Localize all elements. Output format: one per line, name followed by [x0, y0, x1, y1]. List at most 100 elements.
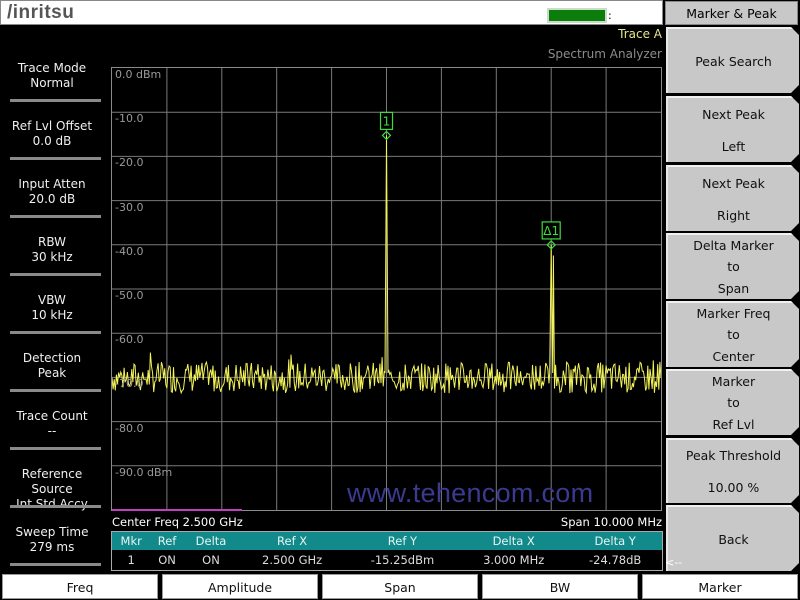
softkey-label: to	[727, 395, 740, 411]
settings-panel: Trace Mode Normal Ref Lvl Offset 0.0 dB Inpu…	[0, 58, 104, 580]
setting-value: 20.0 dB	[28, 192, 76, 206]
trace-label: Trace A	[618, 27, 662, 41]
separator	[10, 447, 101, 450]
softkey-label: Next Peak	[702, 175, 765, 191]
softkey-delta-marker-to-span[interactable]: Delta Marker to Span	[666, 233, 799, 299]
separator	[10, 389, 101, 392]
anritsu-logo: /inritsu	[7, 2, 75, 23]
tab-amplitude[interactable]: Amplitude	[162, 574, 318, 599]
setting-label: Reference Source	[21, 467, 83, 496]
marker-cell: ON	[183, 550, 239, 571]
column-header: Ref X	[238, 531, 346, 550]
softkey-label: Ref Lvl	[712, 416, 755, 432]
marker-table: Mkr Ref Delta Ref X Ref Y Delta X Delta Y 1 ON O…	[111, 531, 663, 571]
marker-row: 1 ON ON 2.500 GHz -15.25dBm 3.000 MHz -24.78dB	[111, 550, 663, 571]
marker-cell: ON	[150, 550, 184, 571]
softkey-label: Center	[712, 348, 755, 364]
spectrum-plot: 1 Δ1	[112, 68, 661, 510]
setting-value: --	[47, 424, 57, 438]
y-tick-label: -80.0	[115, 421, 144, 435]
separator	[10, 157, 101, 160]
menu-title: Marker & Peak	[665, 1, 798, 25]
delta-marker-label: Δ1	[543, 224, 559, 238]
setting-input-atten[interactable]: Input Atten 20.0 dB	[0, 174, 104, 232]
y-tick-label: -40.0	[115, 244, 144, 258]
setting-trace-mode[interactable]: Trace Mode Normal	[0, 58, 104, 116]
battery-tip-icon: :	[608, 9, 612, 22]
setting-value: 0.0 dB	[32, 134, 72, 148]
setting-label: Ref Lvl Offset	[11, 119, 93, 133]
setting-label: Trace Count	[16, 409, 88, 423]
softkey-label: Marker	[711, 374, 756, 390]
setting-label: Trace Mode	[17, 61, 87, 75]
center-freq-readout: Center Freq 2.500 GHz	[112, 515, 243, 529]
setting-label: Sweep Time	[15, 525, 89, 539]
setting-sweep-time[interactable]: Sweep Time 279 ms	[0, 522, 104, 580]
more-indicator: <--	[665, 556, 683, 569]
setting-label: RBW	[37, 235, 66, 249]
title-bar: /inritsu :	[0, 0, 663, 25]
y-tick-label: -50.0	[115, 289, 144, 302]
separator	[10, 215, 101, 218]
y-tick-label: -90.0 dBm	[115, 465, 173, 479]
y-tick-label: -70.0	[115, 377, 144, 391]
marker-cell: 2.500 GHz	[238, 550, 346, 571]
setting-ref-lvl-offset[interactable]: Ref Lvl Offset 0.0 dB	[0, 116, 104, 174]
softkey-label: Peak Search	[695, 53, 772, 69]
marker-cell: 1	[111, 550, 151, 571]
tab-freq[interactable]: Freq	[2, 574, 158, 599]
setting-rbw[interactable]: RBW 30 kHz	[0, 232, 104, 290]
separator	[10, 563, 101, 566]
softkey-next-peak-left[interactable]: Next Peak Left	[666, 96, 799, 162]
tab-span[interactable]: Span	[322, 574, 478, 599]
setting-value: 10 kHz	[31, 308, 73, 322]
softkey-label: Right	[717, 207, 750, 223]
main-menu-tabs: Freq Amplitude Span BW Marker	[0, 573, 800, 600]
softkey-label: Left	[721, 138, 746, 154]
softkey-label: 10.00 %	[707, 479, 760, 495]
softkey-peak-search[interactable]: Peak Search	[666, 27, 799, 93]
softkey-peak-threshold-10-00-[interactable]: Peak Threshold 10.00 %	[666, 438, 799, 503]
span-readout: Span 10.000 MHz	[560, 515, 662, 529]
battery-indicator-icon	[547, 8, 607, 23]
softkey-panel: Marker & Peak Peak Search Next Peak Left Ne…	[663, 0, 800, 573]
sweep-progress-bar	[112, 509, 242, 511]
marker-cell: -15.25dBm	[345, 550, 460, 571]
column-header: Ref	[150, 531, 184, 550]
setting-value: 279 ms	[29, 540, 75, 554]
column-header: Ref Y	[345, 531, 460, 550]
tab-bw[interactable]: BW	[482, 574, 638, 599]
setting-trace-count[interactable]: Trace Count --	[0, 406, 104, 464]
y-tick-label: -60.0	[115, 333, 144, 347]
softkey-label: Marker Freq	[696, 306, 771, 322]
spectrum-graph: 1 Δ1	[111, 67, 662, 511]
separator	[10, 273, 101, 276]
separator	[10, 331, 101, 334]
setting-label: Input Atten	[18, 177, 86, 191]
column-header: Mkr	[111, 531, 151, 550]
setting-reference-source[interactable]: Reference Source Int Std Accy	[0, 464, 104, 522]
y-tick-label: -10.0	[115, 112, 144, 126]
column-header: Delta Y	[568, 531, 663, 550]
softkey-next-peak-right[interactable]: Next Peak Right	[666, 165, 799, 231]
setting-vbw[interactable]: VBW 10 kHz	[0, 290, 104, 348]
softkey-marker-to-ref-lvl[interactable]: Marker to Ref Lvl	[666, 369, 799, 435]
watermark: www.tehencom.com	[347, 478, 594, 508]
marker-cell: 3.000 MHz	[459, 550, 569, 571]
softkey-back[interactable]: Back	[666, 505, 799, 571]
setting-label: VBW	[38, 293, 66, 307]
setting-value: 30 kHz	[31, 250, 73, 264]
setting-value: Peak	[37, 366, 67, 380]
y-tick-label: -30.0	[115, 200, 144, 214]
softkey-marker-freq-to-center[interactable]: Marker Freq to Center	[666, 301, 799, 367]
softkey-label: Peak Threshold	[685, 448, 782, 464]
softkey-label: to	[727, 259, 740, 275]
separator	[10, 505, 101, 508]
setting-detection[interactable]: Detection Peak	[0, 348, 104, 406]
softkey-label: to	[727, 327, 740, 343]
marker-cell: -24.78dB	[568, 550, 663, 571]
y-tick-label: 0.0 dBm	[115, 68, 162, 81]
tab-marker[interactable]: Marker	[642, 574, 798, 599]
column-header: Delta	[183, 531, 239, 550]
separator	[10, 99, 101, 102]
